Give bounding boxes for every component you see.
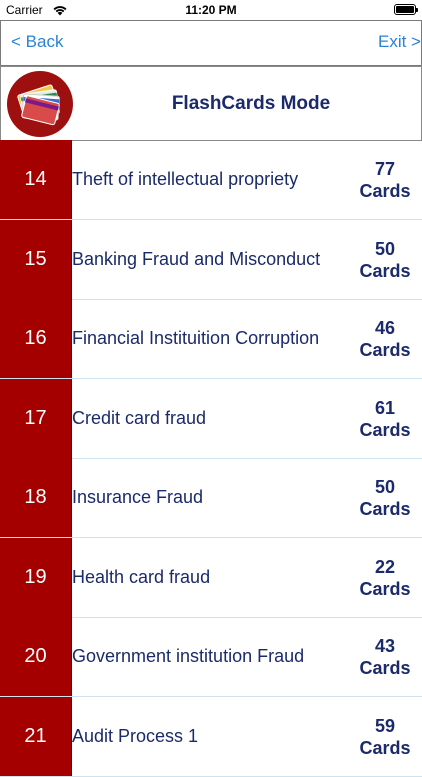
- card-count-value: 43: [374, 635, 396, 656]
- back-button[interactable]: < Back: [11, 32, 63, 52]
- category-title: Banking Fraud and Misconduct: [72, 249, 321, 269]
- flashcards-logo-icon: [7, 71, 73, 137]
- mode-header: FlashCards Mode: [0, 66, 422, 141]
- list-item[interactable]: 15 Banking Fraud and Misconduct 50 Cards: [0, 220, 422, 300]
- category-title: Insurance Fraud: [72, 487, 204, 507]
- category-title: Health card fraud: [72, 567, 211, 587]
- battery-icon: [394, 4, 418, 15]
- card-count-value: 50: [374, 238, 396, 259]
- list-item[interactable]: 19 Health card fraud 22 Cards: [0, 538, 422, 618]
- list-item[interactable]: 16 Financial Instituition Corruption 46 C…: [0, 299, 422, 379]
- category-number: 15: [0, 220, 72, 299]
- category-number: 21: [0, 697, 72, 776]
- card-count-unit: Cards: [359, 339, 411, 360]
- card-count-value: 46: [374, 317, 396, 338]
- category-title: Financial Instituition Corruption: [72, 328, 320, 348]
- exit-button[interactable]: Exit >: [378, 32, 421, 52]
- card-count-unit: Cards: [359, 419, 411, 440]
- card-count: 46 Cards: [346, 299, 422, 378]
- card-count-unit: Cards: [359, 657, 411, 678]
- category-number: 20: [0, 617, 72, 696]
- card-count-value: 77: [374, 158, 396, 179]
- category-number: 19: [0, 538, 72, 617]
- card-count-value: 61: [374, 397, 396, 418]
- navigation-bar: < Back Exit >: [0, 20, 422, 66]
- card-count-unit: Cards: [359, 180, 411, 201]
- list-item[interactable]: 20 Government institution Fraud 43 Cards: [0, 617, 422, 697]
- list-item[interactable]: 21 Audit Process 1 59 Cards: [0, 697, 422, 777]
- category-title: Credit card fraud: [72, 408, 207, 428]
- card-count: 59 Cards: [346, 697, 422, 776]
- card-count: 61 Cards: [346, 379, 422, 458]
- list-item[interactable]: 14 Theft of intellectual propriety 77 Car…: [0, 140, 422, 220]
- category-number: 14: [0, 140, 72, 219]
- card-count-unit: Cards: [359, 578, 411, 599]
- list-item[interactable]: 18 Insurance Fraud 50 Cards: [0, 458, 422, 538]
- page-title: FlashCards Mode: [171, 93, 331, 114]
- card-count-value: 22: [374, 556, 396, 577]
- card-count-unit: Cards: [359, 498, 411, 519]
- category-title: Audit Process 1: [72, 726, 199, 746]
- card-count: 22 Cards: [346, 538, 422, 617]
- card-count-unit: Cards: [359, 737, 411, 758]
- category-number: 18: [0, 458, 72, 537]
- card-count-unit: Cards: [359, 260, 411, 281]
- card-count: 50 Cards: [346, 458, 422, 537]
- card-count: 43 Cards: [346, 617, 422, 696]
- list-item[interactable]: 17 Credit card fraud 61 Cards: [0, 379, 422, 459]
- clock: 11:20 PM: [185, 3, 237, 17]
- card-count-value: 50: [374, 476, 396, 497]
- status-bar: Carrier 11:20 PM: [0, 0, 422, 20]
- card-count: 50 Cards: [346, 220, 422, 299]
- category-title: Theft of intellectual propriety: [72, 169, 299, 189]
- card-count: 77 Cards: [346, 140, 422, 219]
- category-number: 17: [0, 379, 72, 458]
- category-title: Government institution Fraud: [72, 646, 305, 666]
- card-count-value: 59: [374, 715, 396, 736]
- category-number: 16: [0, 299, 72, 378]
